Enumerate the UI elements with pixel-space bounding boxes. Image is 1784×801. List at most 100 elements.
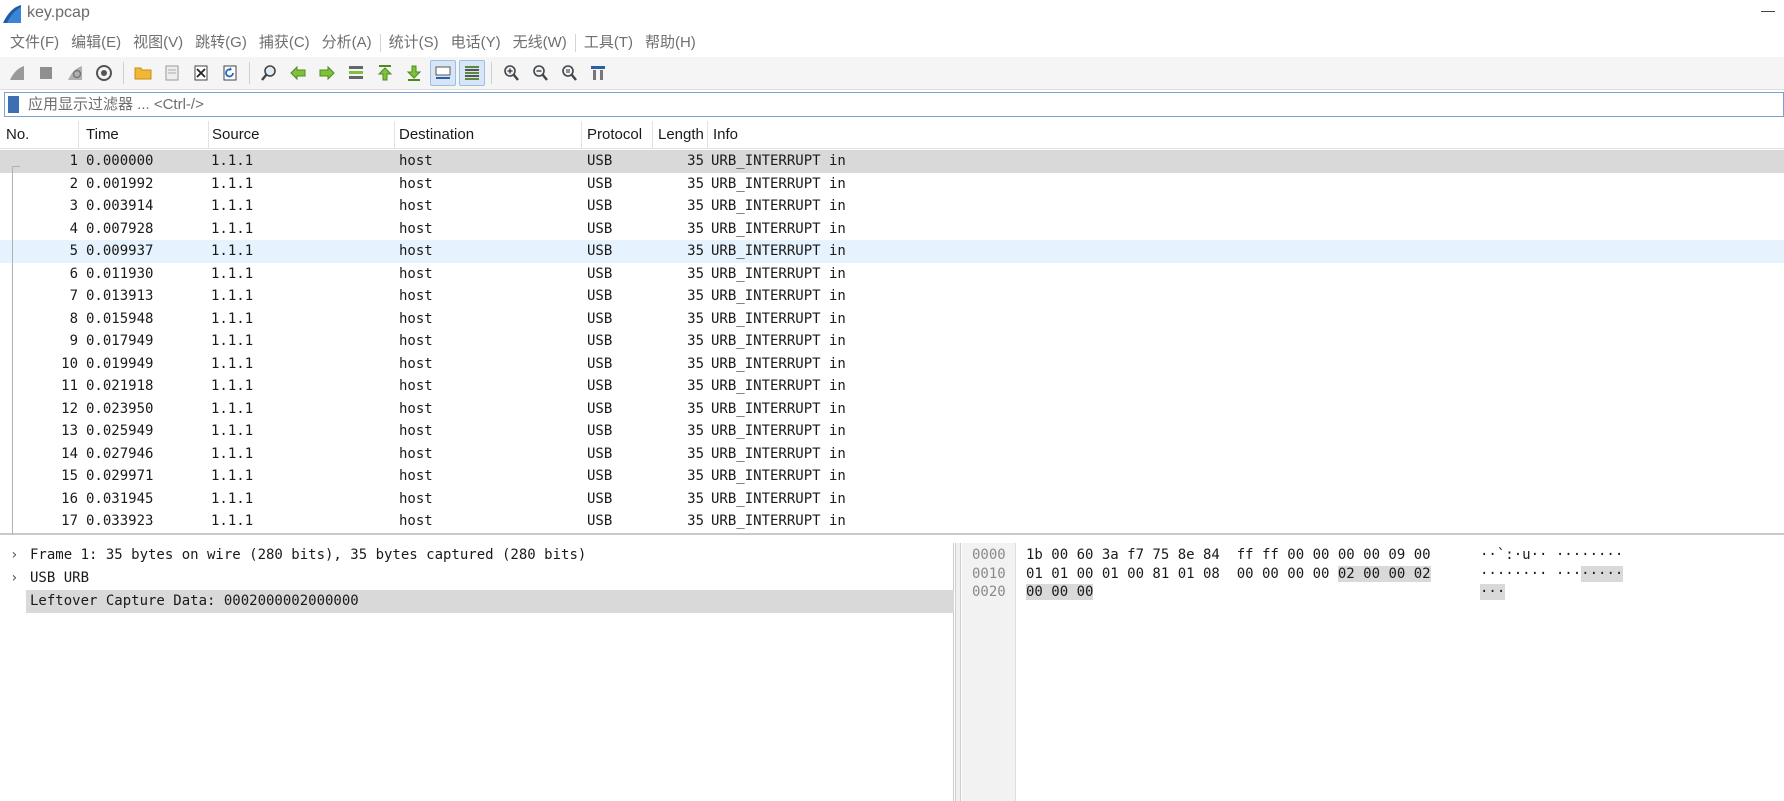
- packet-row[interactable]: 16 0.031945 1.1.1 host USB 35 URB_INTERRUPT in: [0, 488, 1784, 511]
- packet-protocol: USB: [587, 175, 613, 192]
- hex-line[interactable]: 1b 00 60 3a f7 75 8e 84 ff ff 00 00 00 0…: [1026, 546, 1431, 565]
- packet-source: 1.1.1: [211, 198, 254, 214]
- packet-row[interactable]: 9 0.017949 1.1.1 host USB 35 URB_INTERRUPT in: [0, 330, 1784, 353]
- zoom-in-icon: [504, 65, 519, 81]
- colorize-button[interactable]: [459, 60, 485, 86]
- packet-list: No. Time Source Destination Protocol Len…: [0, 121, 1784, 535]
- packet-protocol: USB: [587, 445, 613, 462]
- column-header-time[interactable]: Time: [80, 121, 209, 149]
- packet-row[interactable]: 12 0.023950 1.1.1 host USB 35 URB_INTERRUPT in: [0, 398, 1784, 421]
- packet-source: 1.1.1: [211, 153, 254, 169]
- packet-row[interactable]: 8 0.015948 1.1.1 host USB 35 URB_INTERRUPT in: [0, 308, 1784, 331]
- open-file-button[interactable]: [130, 60, 156, 86]
- packet-row[interactable]: 10 0.019949 1.1.1 host USB 35 URB_INTERRUPT in: [0, 353, 1784, 376]
- column-header-protocol[interactable]: Protocol: [581, 121, 653, 149]
- go-forward-button[interactable]: [314, 60, 340, 86]
- restart-capture-button[interactable]: [62, 60, 88, 86]
- detail-frame-row[interactable]: › Frame 1: 35 bytes on wire (280 bits), …: [0, 544, 954, 567]
- menu-capture[interactable]: 捕获(C): [253, 28, 316, 57]
- packet-no: 16: [61, 490, 78, 507]
- packet-row[interactable]: 11 0.021918 1.1.1 host USB 35 URB_INTERRUPT in: [0, 375, 1784, 398]
- expand-arrow-icon[interactable]: ›: [10, 567, 24, 590]
- packet-row[interactable]: 14 0.027946 1.1.1 host USB 35 URB_INTERRUPT in: [0, 443, 1784, 466]
- packet-row[interactable]: 5 0.009937 1.1.1 host USB 35 URB_INTERRUPT in: [0, 240, 1784, 263]
- menu-edit[interactable]: 编辑(E): [65, 28, 127, 57]
- packet-row[interactable]: 1 0.000000 1.1.1 host USB 35 URB_INTERRUPT in: [0, 150, 1784, 173]
- menu-file[interactable]: 文件(F): [4, 28, 65, 57]
- packet-row[interactable]: 2 0.001992 1.1.1 host USB 35 URB_INTERRUPT in: [0, 173, 1784, 196]
- colorize-icon: [465, 66, 479, 80]
- close-file-button[interactable]: [188, 60, 214, 86]
- packet-row[interactable]: 3 0.003914 1.1.1 host USB 35 URB_INTERRUPT in: [0, 195, 1784, 218]
- column-header-source[interactable]: Source: [206, 121, 395, 149]
- autoscroll-button[interactable]: [430, 60, 456, 86]
- packet-destination: host: [399, 490, 433, 507]
- detail-leftover-data-row[interactable]: Leftover Capture Data: 0002000002000000: [26, 590, 954, 613]
- bookmark-icon[interactable]: [8, 96, 19, 113]
- menu-view[interactable]: 视图(V): [127, 28, 189, 57]
- pane-splitter[interactable]: [955, 543, 961, 801]
- column-header-info[interactable]: Info: [707, 121, 1784, 149]
- display-filter-input[interactable]: [28, 93, 1768, 116]
- packet-time: 0.003914: [86, 198, 154, 214]
- packet-row[interactable]: 17 0.033923 1.1.1 host USB 35 URB_INTERRUPT in: [0, 510, 1784, 533]
- stop-capture-button[interactable]: [33, 60, 59, 86]
- ascii-bytes-highlighted: ·····: [1581, 565, 1624, 582]
- expand-arrow-icon[interactable]: ›: [10, 544, 24, 567]
- stop-capture-icon: [40, 67, 52, 79]
- menu-statistics[interactable]: 统计(S): [383, 28, 445, 57]
- save-file-button[interactable]: [159, 60, 185, 86]
- resize-columns-button[interactable]: [585, 60, 611, 86]
- packet-length: 35: [687, 175, 704, 192]
- ascii-line[interactable]: ··`:·u·· ········: [1480, 546, 1623, 565]
- display-filter-box: [4, 92, 1784, 117]
- column-header-no[interactable]: No.: [0, 121, 79, 149]
- packet-length: 35: [687, 198, 704, 214]
- reload-file-button[interactable]: [217, 60, 243, 86]
- column-header-destination[interactable]: Destination: [393, 121, 582, 149]
- detail-usb-urb-row[interactable]: › USB URB: [0, 567, 954, 590]
- zoom-out-button[interactable]: [527, 60, 553, 86]
- packet-row[interactable]: 13 0.025949 1.1.1 host USB 35 URB_INTERRUPT in: [0, 420, 1784, 443]
- packet-length: 35: [687, 378, 704, 394]
- hex-line[interactable]: 00 00 00: [1026, 583, 1094, 602]
- packet-no: 5: [69, 243, 78, 259]
- ascii-line[interactable]: ········ ········: [1480, 565, 1624, 584]
- menu-telephony[interactable]: 电话(Y): [445, 28, 507, 57]
- menu-tools[interactable]: 工具(T): [578, 28, 639, 57]
- zoom-out-icon: [533, 65, 548, 81]
- start-capture-button[interactable]: [4, 60, 30, 86]
- menu-help[interactable]: 帮助(H): [639, 28, 702, 57]
- capture-options-button[interactable]: [91, 60, 117, 86]
- packet-row[interactable]: 6 0.011930 1.1.1 host USB 35 URB_INTERRUPT in: [0, 263, 1784, 286]
- packet-protocol: USB: [587, 288, 613, 304]
- packet-source: 1.1.1: [211, 423, 254, 439]
- ascii-line[interactable]: ···: [1480, 583, 1506, 602]
- menu-go[interactable]: 跳转(G): [189, 28, 253, 57]
- packet-row[interactable]: 15 0.029971 1.1.1 host USB 35 URB_INTERRUPT in: [0, 465, 1784, 488]
- find-packet-button[interactable]: [256, 60, 282, 86]
- packet-destination: host: [399, 333, 433, 349]
- column-header-length[interactable]: Length: [652, 121, 708, 149]
- packet-info: URB_INTERRUPT in: [711, 513, 846, 529]
- packet-row[interactable]: 7 0.013913 1.1.1 host USB 35 URB_INTERRUPT in: [0, 285, 1784, 308]
- packet-info: URB_INTERRUPT in: [711, 220, 846, 237]
- menu-wireless[interactable]: 无线(W): [507, 28, 573, 57]
- hex-bytes: 01 01 00 01 00 81 01 08 00 00 00 00: [1026, 565, 1338, 582]
- packet-time: 0.009937: [86, 243, 154, 259]
- first-packet-icon: [377, 65, 393, 81]
- go-back-button[interactable]: [285, 60, 311, 86]
- display-filter-bar: [0, 91, 1784, 118]
- zoom-in-button[interactable]: [498, 60, 524, 86]
- menu-analyze[interactable]: 分析(A): [316, 28, 378, 57]
- first-packet-button[interactable]: [372, 60, 398, 86]
- packet-row[interactable]: 4 0.007928 1.1.1 host USB 35 URB_INTERRUPT in: [0, 218, 1784, 241]
- packet-list-header: No. Time Source Destination Protocol Len…: [0, 121, 1784, 149]
- last-packet-button[interactable]: [401, 60, 427, 86]
- go-to-packet-button[interactable]: [343, 60, 369, 86]
- normal-size-button[interactable]: [556, 60, 582, 86]
- packet-length: 35: [687, 333, 704, 349]
- minimize-button[interactable]: —: [1756, 0, 1780, 24]
- packet-length: 35: [687, 310, 704, 327]
- hex-line[interactable]: 01 01 00 01 00 81 01 08 00 00 00 00 02 0…: [1026, 565, 1431, 584]
